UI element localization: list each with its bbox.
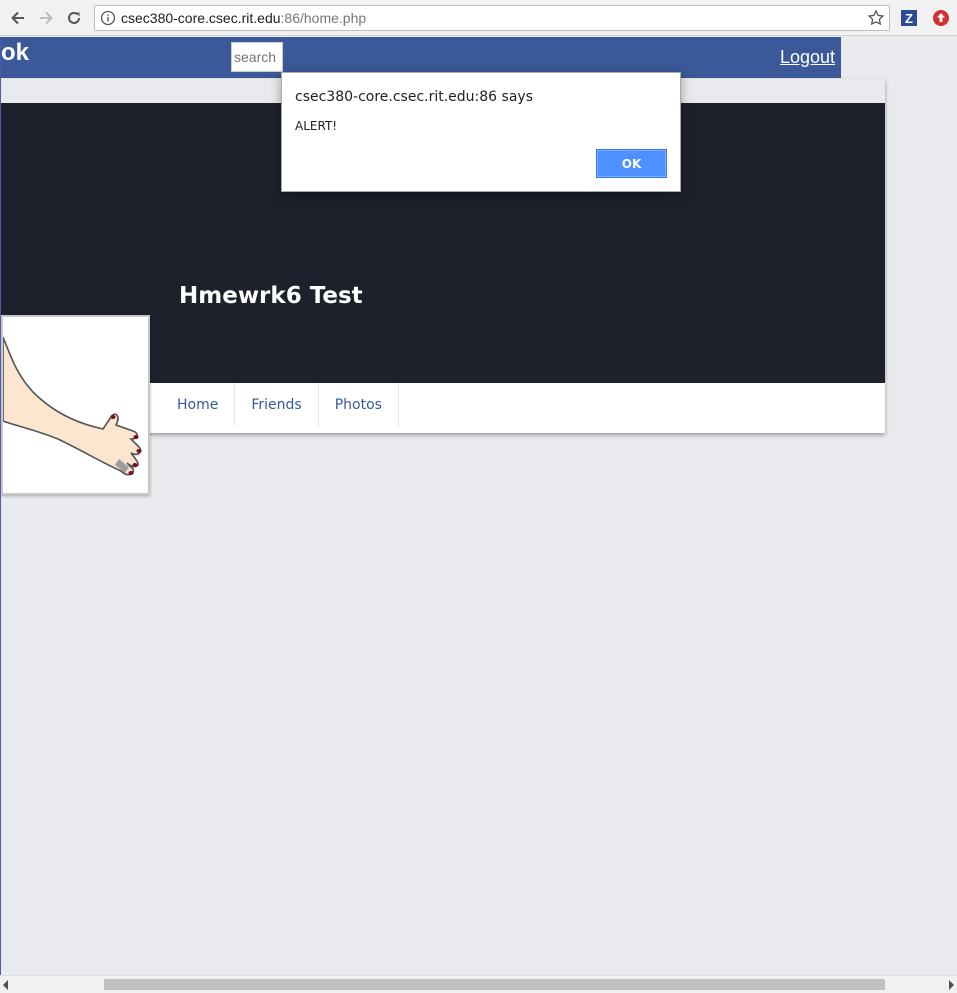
page-viewport: ok Logout Hmewrk6 Test Home Friends Phot… (0, 37, 957, 975)
back-button[interactable] (7, 7, 29, 29)
tab-label: Home (177, 396, 219, 413)
tab-label: Friends (251, 396, 302, 413)
address-bar[interactable]: csec380-core.csec.rit.edu:86/home.php (94, 5, 890, 31)
scroll-right-arrow-icon[interactable] (949, 980, 954, 990)
forward-button[interactable] (35, 7, 57, 29)
ok-button[interactable]: OK (596, 149, 667, 178)
alert-title: csec380-core.csec.rit.edu:86 says (295, 89, 533, 105)
horizontal-scrollbar[interactable] (0, 975, 957, 993)
extension-upload-icon[interactable] (932, 9, 950, 27)
arrow-right-icon (40, 11, 53, 25)
profile-name: Hmewrk6 Test (179, 283, 363, 309)
extension-z-label: Z (905, 10, 913, 26)
reload-icon (68, 11, 80, 24)
info-icon[interactable] (100, 10, 116, 26)
profile-tabs: Home Friends Photos (161, 383, 399, 433)
site-logo[interactable]: ok (1, 39, 29, 67)
reload-button[interactable] (63, 7, 85, 29)
search-input[interactable] (231, 42, 283, 72)
logout-link[interactable]: Logout (780, 47, 835, 68)
tab-label: Photos (334, 396, 382, 413)
url-text: csec380-core.csec.rit.edu:86/home.php (121, 10, 366, 26)
scroll-left-arrow-icon[interactable] (3, 980, 8, 990)
extension-z-icon[interactable]: Z (901, 10, 917, 26)
alert-dialog: csec380-core.csec.rit.edu:86 says ALERT!… (281, 72, 681, 192)
url-path: :86/home.php (280, 10, 367, 26)
bookmark-star-icon[interactable] (867, 9, 885, 27)
browser-toolbar: csec380-core.csec.rit.edu:86/home.php Z (0, 0, 957, 36)
alert-message: ALERT! (295, 119, 338, 133)
arrow-left-icon (11, 11, 24, 25)
url-host: csec380-core.csec.rit.edu (121, 10, 281, 26)
profile-picture[interactable] (1, 315, 150, 495)
tab-photos[interactable]: Photos (319, 383, 399, 426)
tab-home[interactable]: Home (161, 383, 236, 426)
tab-friends[interactable]: Friends (235, 383, 319, 426)
hand-illustration (3, 336, 142, 476)
scrollbar-thumb[interactable] (104, 979, 885, 990)
